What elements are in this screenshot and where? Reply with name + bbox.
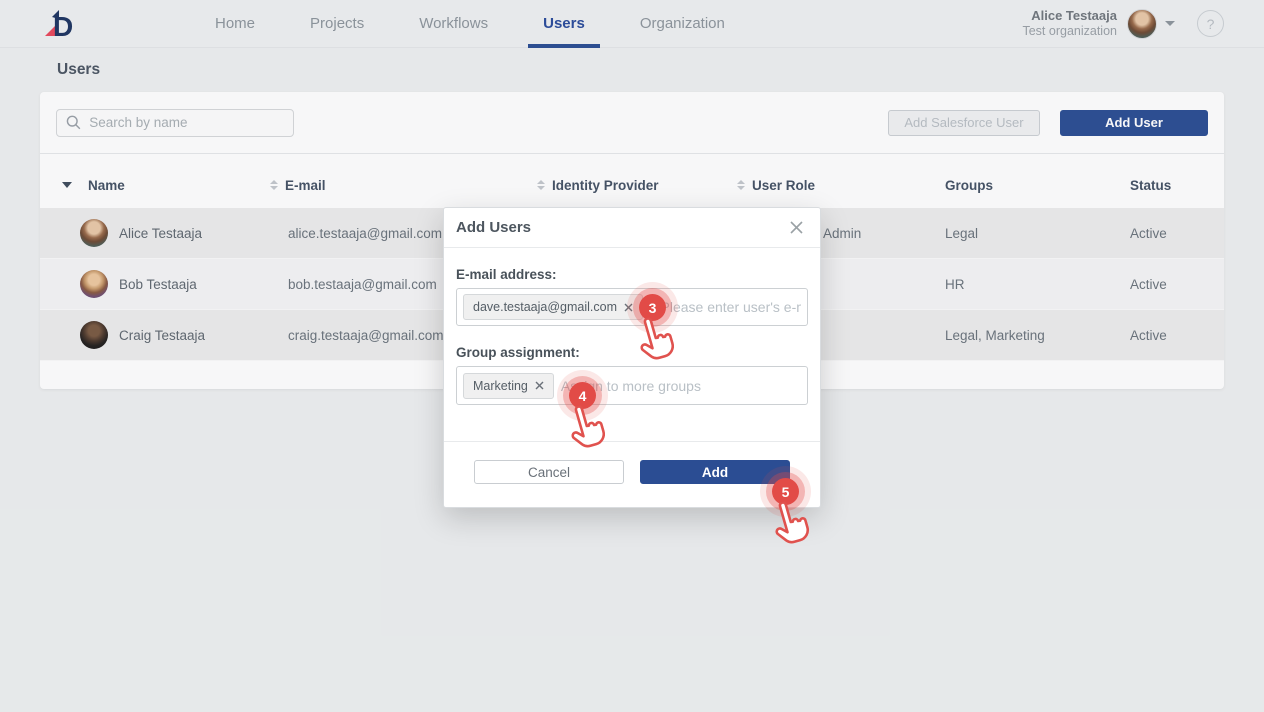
email-chip: dave.testaaja@gmail.com [463, 294, 643, 320]
modal-footer: Cancel Add [444, 442, 820, 484]
modal-title: Add Users [456, 219, 531, 236]
add-users-modal: Add Users E-mail address: dave.testaaja@… [443, 207, 821, 508]
group-input[interactable] [561, 378, 801, 394]
email-input[interactable] [661, 299, 801, 315]
modal-body: E-mail address: dave.testaaja@gmail.com … [444, 267, 820, 405]
remove-chip-icon[interactable] [535, 381, 544, 390]
app-window: D Home Projects Workflows Users Organiza… [0, 0, 1264, 712]
close-button[interactable] [785, 216, 808, 239]
email-chip-text: dave.testaaja@gmail.com [473, 300, 617, 314]
group-chip-text: Marketing [473, 379, 528, 393]
email-tag-field[interactable]: dave.testaaja@gmail.com [456, 288, 808, 326]
group-assignment-label: Group assignment: [456, 345, 808, 360]
add-button[interactable]: Add [640, 460, 790, 484]
group-tag-field[interactable]: Marketing [456, 366, 808, 405]
close-icon [789, 220, 804, 235]
group-chip: Marketing [463, 373, 554, 399]
email-address-label: E-mail address: [456, 267, 808, 282]
modal-header: Add Users [444, 208, 820, 248]
remove-chip-icon[interactable] [624, 303, 633, 312]
cancel-button[interactable]: Cancel [474, 460, 624, 484]
